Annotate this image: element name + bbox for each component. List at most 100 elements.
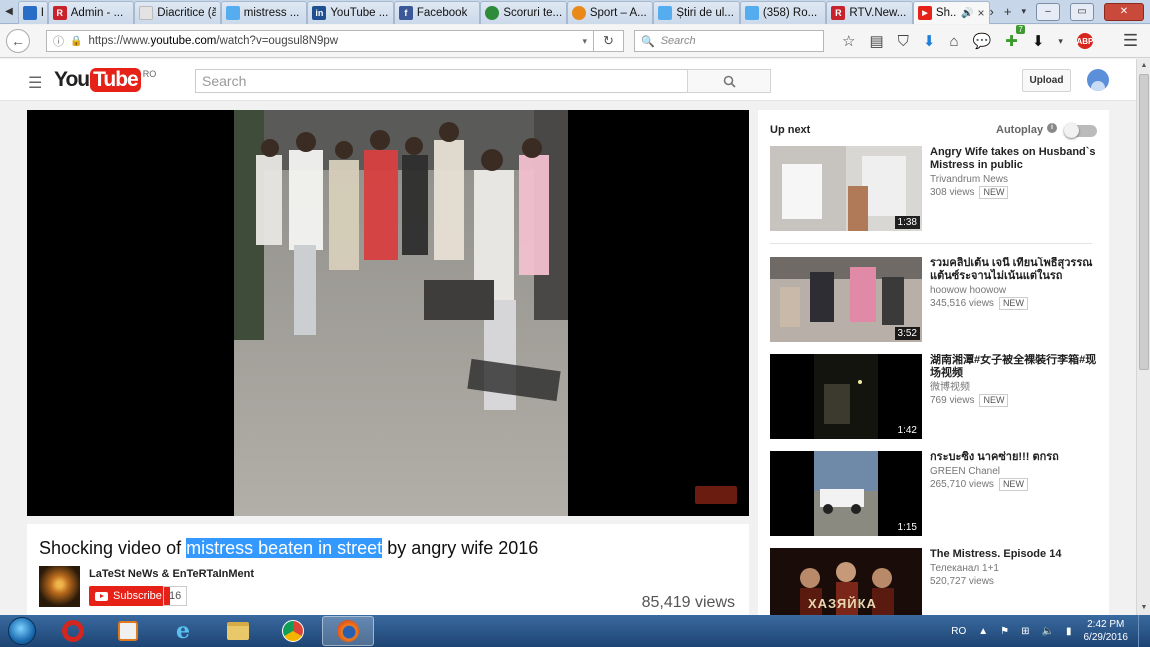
home-icon[interactable]: ⌂ — [949, 33, 958, 50]
browser-tab-2[interactable]: R Admin - ... — [47, 1, 135, 24]
twitter-icon — [744, 6, 759, 20]
volume-icon[interactable]: 🔈 — [1042, 626, 1054, 637]
language-indicator[interactable]: RO — [951, 626, 966, 637]
recommended-views: 769 views NEW — [930, 394, 1100, 407]
recommended-title[interactable]: Angry Wife takes on Husband`s Mistress i… — [930, 146, 1100, 172]
youtube-logo[interactable]: You Tube RO — [54, 68, 156, 92]
action-center-flag-icon[interactable]: ⚑ — [1000, 626, 1009, 637]
search-engine-icon[interactable]: 🔍 — [641, 35, 655, 48]
ie-taskbar-button[interactable]: e — [157, 616, 209, 646]
adblock-icon[interactable]: ABP — [1076, 33, 1093, 49]
explorer-taskbar-button[interactable] — [212, 616, 264, 646]
guide-menu-icon[interactable]: ☰ — [28, 73, 42, 93]
account-avatar[interactable] — [1087, 69, 1109, 91]
video-player[interactable] — [27, 110, 749, 516]
recommended-video-5[interactable]: ХАЗЯЙКА The Mistress. Episode 14 Телекан… — [770, 548, 1100, 615]
selected-text[interactable]: mistress beaten in street — [186, 538, 383, 558]
media-player-taskbar-button[interactable] — [102, 616, 154, 646]
user-silhouette-icon — [1091, 81, 1105, 91]
video-thumbnail[interactable]: 3:52 — [770, 257, 922, 342]
tray-expand-icon[interactable]: ▲ — [978, 626, 988, 637]
video-thumbnail[interactable]: 1:15 — [770, 451, 922, 536]
pocket-icon[interactable]: ⛉ — [898, 33, 909, 50]
browser-tab-7[interactable]: Scoruri te... — [480, 1, 567, 24]
browser-tab-active[interactable]: ▶ Sh... 🔊 × — [912, 1, 990, 24]
linkedin-icon: in — [312, 6, 327, 20]
firefox-taskbar-button[interactable] — [322, 616, 374, 646]
recommended-video-1[interactable]: 1:38 Angry Wife takes on Husband`s Mistr… — [770, 146, 1100, 232]
reading-list-icon[interactable]: ▤ — [869, 32, 883, 50]
close-tab-icon[interactable]: × — [977, 6, 984, 20]
channel-avatar[interactable] — [39, 566, 80, 607]
hamburger-menu-icon[interactable]: ☰ — [1123, 31, 1138, 51]
info-icon[interactable]: ⓘ — [53, 33, 64, 49]
tab-scroll-right-icon[interactable]: › — [990, 4, 994, 19]
download-icon[interactable]: ⬇ — [923, 32, 936, 50]
list-tabs-icon[interactable]: ▾ — [1021, 6, 1026, 17]
subscribe-watermark-icon[interactable] — [695, 486, 737, 504]
windows-logo-icon — [8, 617, 36, 645]
show-desktop-button[interactable] — [1138, 615, 1150, 647]
new-tab-icon[interactable]: + — [1004, 4, 1012, 19]
bookmark-star-icon[interactable]: ☆ — [842, 32, 855, 50]
info-icon[interactable]: i — [1047, 123, 1057, 133]
media-player-icon — [118, 621, 138, 641]
speaker-icon[interactable]: 🔊 — [961, 8, 973, 19]
reload-button[interactable]: ↻ — [594, 30, 624, 52]
maximize-button[interactable]: ▭ — [1070, 2, 1094, 21]
recommended-channel[interactable]: Trivandrum News — [930, 174, 1100, 186]
recommended-channel[interactable]: GREEN Chanel — [930, 466, 1100, 478]
address-bar[interactable]: ⓘ 🔒 https://www.youtube.com/watch?v=ougs… — [46, 30, 594, 52]
recommended-title[interactable]: กระบะซิ่ง นาคซ่าย!!! ตกรถ — [930, 451, 1100, 464]
browser-tab-4[interactable]: mistress ... — [220, 1, 308, 24]
scroll-up-icon[interactable]: ▲ — [1137, 59, 1150, 73]
start-button[interactable] — [0, 615, 44, 647]
close-window-button[interactable]: ✕ — [1104, 2, 1144, 21]
minimize-button[interactable]: – — [1036, 2, 1060, 21]
browser-search-field[interactable]: 🔍 Search — [634, 30, 824, 52]
recommended-channel[interactable]: hoowow hoowow — [930, 285, 1100, 297]
addon-icon[interactable]: ✚ 7 — [1005, 25, 1025, 50]
scrollbar-thumb[interactable] — [1139, 74, 1149, 370]
recommended-title[interactable]: รวมคลิปเต้น เจนี่ เทียนโพธิ์สุวรรณ แต้นซ… — [930, 257, 1100, 283]
browser-tab-10[interactable]: (358) Ro... — [739, 1, 827, 24]
chrome-taskbar-button[interactable] — [267, 616, 319, 646]
subscribe-button[interactable]: Subscribe — [89, 586, 170, 606]
browser-tab-1[interactable]: R... — [17, 1, 48, 24]
channel-name[interactable]: LaTeSt NeWs & EnTeRTaInMent — [89, 568, 254, 580]
downloads-arrow-icon[interactable]: ⬇ — [1032, 32, 1045, 50]
search-icon — [723, 75, 736, 88]
browser-tab-3[interactable]: Diacritice (ăâî... — [134, 1, 221, 24]
autoplay-toggle[interactable] — [1064, 123, 1097, 138]
taskbar-clock[interactable]: 2:42 PM 6/29/2016 — [1084, 618, 1129, 644]
recommended-title[interactable]: 湖南湘潭#女子被全裸裝行李箱#现场视频 — [930, 354, 1100, 380]
menu-arrow-icon[interactable]: ▾ — [1058, 36, 1063, 47]
recommended-video-2[interactable]: 3:52 รวมคลิปเต้น เจนี่ เทียนโพธิ์สุวรรณ … — [770, 257, 1100, 343]
youtube-search-button[interactable] — [687, 69, 771, 93]
recommended-channel[interactable]: Телеканал 1+1 — [930, 563, 1100, 575]
opera-taskbar-button[interactable] — [47, 616, 99, 646]
scroll-down-icon[interactable]: ▼ — [1137, 601, 1150, 615]
browser-tab-11[interactable]: R RTV.New... — [826, 1, 913, 24]
recommended-video-3[interactable]: 1:42 湖南湘潭#女子被全裸裝行李箱#现场视频 微博视频 769 views N… — [770, 354, 1100, 440]
back-button[interactable]: ← — [6, 29, 30, 53]
tab-scroll-left-icon[interactable]: ◀ — [0, 0, 18, 23]
youtube-search-input[interactable]: Search — [195, 69, 688, 93]
browser-tab-9[interactable]: Știri de ul... — [653, 1, 740, 24]
recommended-title[interactable]: The Mistress. Episode 14 — [930, 548, 1100, 561]
video-thumbnail[interactable]: 1:42 — [770, 354, 922, 439]
recommended-channel[interactable]: 微博视频 — [930, 382, 1100, 394]
network-icon[interactable]: ▮ — [1066, 626, 1072, 637]
video-thumbnail[interactable]: ХАЗЯЙКА — [770, 548, 922, 615]
browser-tab-5[interactable]: in YouTube ... — [307, 1, 394, 24]
video-thumbnail[interactable]: 1:38 — [770, 146, 922, 231]
page-scrollbar[interactable]: ▲ ▼ — [1136, 59, 1150, 615]
browser-tab-8[interactable]: Sport – A... — [566, 1, 654, 24]
upload-button[interactable]: Upload — [1022, 69, 1071, 92]
twitter-icon — [225, 6, 240, 20]
dropdown-icon[interactable]: ▾ — [582, 36, 587, 47]
chat-icon[interactable]: 💬 — [973, 32, 992, 50]
windows-flag-icon[interactable]: ⊞ — [1021, 626, 1029, 637]
recommended-video-4[interactable]: 1:15 กระบะซิ่ง นาคซ่าย!!! ตกรถ GREEN Cha… — [770, 451, 1100, 537]
browser-tab-6[interactable]: f Facebook — [393, 1, 481, 24]
